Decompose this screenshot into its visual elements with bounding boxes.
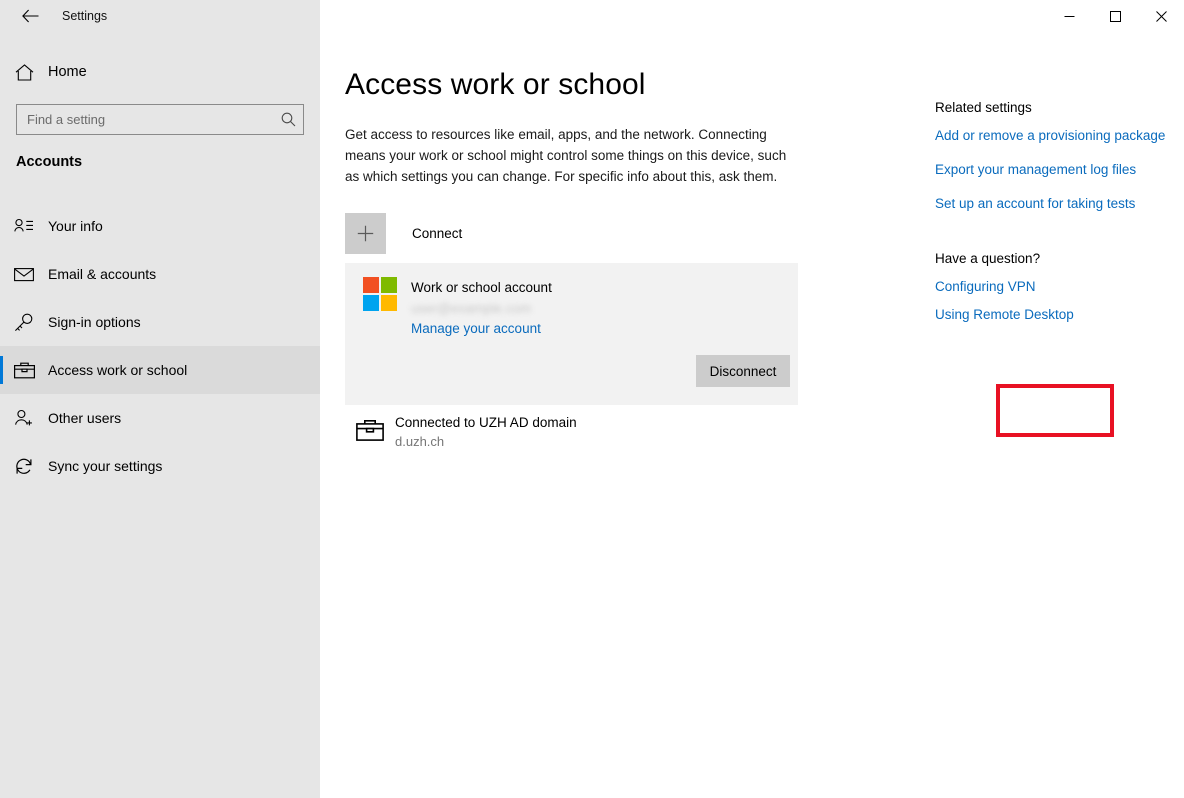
- domain-text-group: Connected to UZH AD domain d.uzh.ch: [395, 415, 577, 449]
- work-account-email-redacted: user@example.com: [411, 301, 531, 316]
- domain-connection-row[interactable]: Connected to UZH AD domain d.uzh.ch: [345, 415, 577, 449]
- key-icon: [0, 313, 48, 332]
- sidebar-item-sync-your-settings[interactable]: Sync your settings: [0, 442, 320, 490]
- sync-icon: [0, 457, 48, 476]
- sidebar-section-title: Accounts: [16, 154, 82, 170]
- work-account-card[interactable]: Work or school account user@example.com …: [345, 263, 798, 405]
- related-link-taking-tests[interactable]: Set up an account for taking tests: [935, 196, 1184, 211]
- page-title: Access work or school: [345, 68, 646, 102]
- disconnect-highlight-annotation: [996, 384, 1114, 437]
- maximize-button[interactable]: [1092, 0, 1138, 32]
- have-a-question-heading: Have a question?: [935, 251, 1184, 266]
- briefcase-icon: [345, 415, 395, 442]
- sidebar-item-home-label: Home: [48, 64, 87, 80]
- related-link-export-logs[interactable]: Export your management log files: [935, 162, 1184, 177]
- envelope-icon: [0, 267, 48, 282]
- related-settings-rail: Related settings Add or remove a provisi…: [935, 100, 1184, 335]
- back-button[interactable]: [10, 0, 50, 32]
- sidebar-item-label: Your info: [48, 218, 103, 234]
- related-settings-heading: Related settings: [935, 100, 1184, 115]
- close-icon: [1156, 11, 1167, 22]
- maximize-icon: [1110, 11, 1121, 22]
- window-controls: [1046, 0, 1184, 32]
- sidebar-item-label: Email & accounts: [48, 266, 156, 282]
- question-link-remote-desktop[interactable]: Using Remote Desktop: [935, 307, 1184, 322]
- person-info-icon: [0, 218, 48, 234]
- selection-accent-bar: [0, 356, 3, 384]
- search-icon: [273, 112, 303, 127]
- sidebar-item-signin-options[interactable]: Sign-in options: [0, 298, 320, 346]
- briefcase-icon: [0, 362, 48, 379]
- home-icon: [0, 64, 48, 81]
- page-description: Get access to resources like email, apps…: [345, 124, 797, 187]
- sidebar-item-label: Other users: [48, 410, 121, 426]
- search-box[interactable]: [16, 104, 304, 135]
- sidebar-nav-list: Your info Email & accounts Sign-in optio…: [0, 202, 320, 490]
- minimize-icon: [1064, 11, 1075, 22]
- sidebar-item-label: Access work or school: [48, 362, 187, 378]
- connect-button[interactable]: Connect: [345, 213, 462, 254]
- related-link-provisioning-package[interactable]: Add or remove a provisioning package: [935, 128, 1184, 143]
- connect-button-label: Connect: [412, 226, 462, 241]
- question-link-configuring-vpn[interactable]: Configuring VPN: [935, 279, 1184, 294]
- search-input[interactable]: [17, 112, 273, 127]
- title-bar: Settings: [0, 0, 1184, 32]
- back-arrow-icon: [22, 9, 39, 23]
- disconnect-button[interactable]: Disconnect: [696, 355, 790, 387]
- domain-title: Connected to UZH AD domain: [395, 415, 577, 430]
- window-title: Settings: [62, 0, 107, 32]
- sidebar-item-label: Sync your settings: [48, 458, 162, 474]
- sidebar: Home Accounts Your info: [0, 32, 320, 798]
- main-content: Access work or school Get access to reso…: [320, 32, 1184, 798]
- sidebar-item-other-users[interactable]: Other users: [0, 394, 320, 442]
- minimize-button[interactable]: [1046, 0, 1092, 32]
- manage-your-account-link[interactable]: Manage your account: [411, 321, 541, 336]
- work-account-title: Work or school account: [411, 280, 552, 295]
- sidebar-item-label: Sign-in options: [48, 314, 141, 330]
- sidebar-item-home[interactable]: Home: [0, 54, 320, 90]
- sidebar-item-your-info[interactable]: Your info: [0, 202, 320, 250]
- sidebar-item-email-accounts[interactable]: Email & accounts: [0, 250, 320, 298]
- sidebar-item-access-work-or-school[interactable]: Access work or school: [0, 346, 320, 394]
- microsoft-logo-icon: [363, 277, 397, 311]
- close-button[interactable]: [1138, 0, 1184, 32]
- domain-subtitle: d.uzh.ch: [395, 434, 577, 449]
- plus-icon: [345, 213, 386, 254]
- person-add-icon: [0, 409, 48, 427]
